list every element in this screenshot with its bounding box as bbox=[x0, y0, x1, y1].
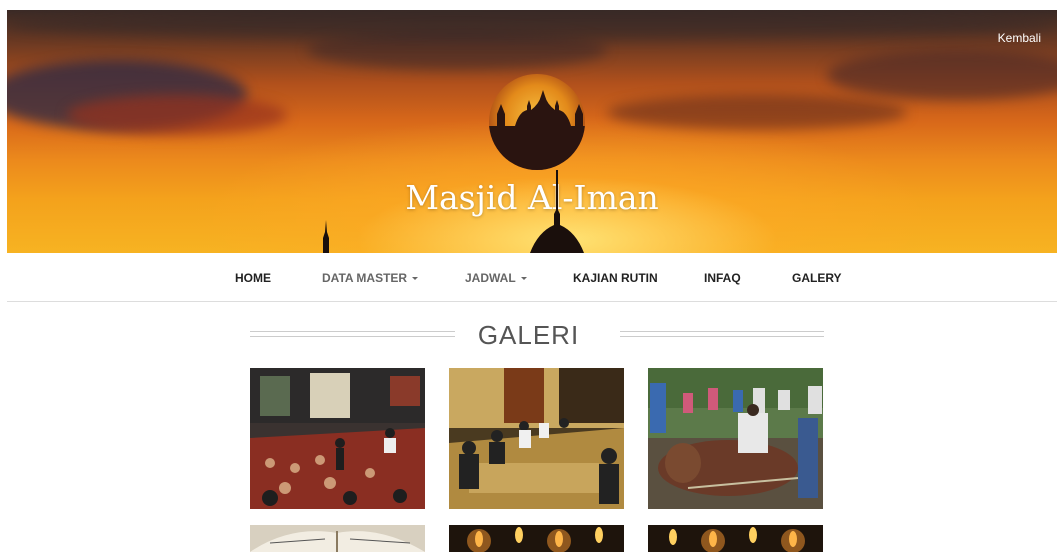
nav-galery[interactable]: GALERY bbox=[792, 271, 842, 285]
minaret-spire-icon bbox=[323, 220, 329, 253]
nav-infaq[interactable]: INFAQ bbox=[704, 271, 741, 285]
gallery-photo-2[interactable] bbox=[449, 368, 624, 509]
chevron-down-icon bbox=[412, 277, 419, 280]
hero-banner: Kembali Masjid Al-Iman bbox=[7, 10, 1057, 253]
nav-data-master[interactable]: DATA MASTER bbox=[322, 271, 419, 285]
gallery-title: GALERI bbox=[477, 320, 580, 350]
nav-home[interactable]: HOME bbox=[235, 271, 271, 285]
gallery-photo-5[interactable] bbox=[449, 525, 624, 552]
back-link[interactable]: Kembali bbox=[998, 31, 1041, 45]
gallery-photo-6[interactable] bbox=[648, 525, 823, 552]
gallery-photo-1[interactable] bbox=[250, 368, 425, 509]
nav-data-master-label: DATA MASTER bbox=[322, 271, 408, 285]
chevron-down-icon bbox=[520, 277, 527, 280]
title-rule-right bbox=[620, 331, 824, 337]
nav-jadwal[interactable]: JADWAL bbox=[465, 271, 527, 285]
gallery-photo-3[interactable] bbox=[648, 368, 823, 509]
main-navbar: HOME DATA MASTER JADWAL KAJIAN RUTIN INF… bbox=[7, 253, 1057, 302]
nav-kajian-rutin[interactable]: KAJIAN RUTIN bbox=[573, 271, 658, 285]
gallery-photo-4[interactable] bbox=[250, 525, 425, 552]
mosque-logo bbox=[489, 74, 585, 170]
dome-spire-icon bbox=[530, 170, 584, 253]
nav-jadwal-label: JADWAL bbox=[465, 271, 516, 285]
